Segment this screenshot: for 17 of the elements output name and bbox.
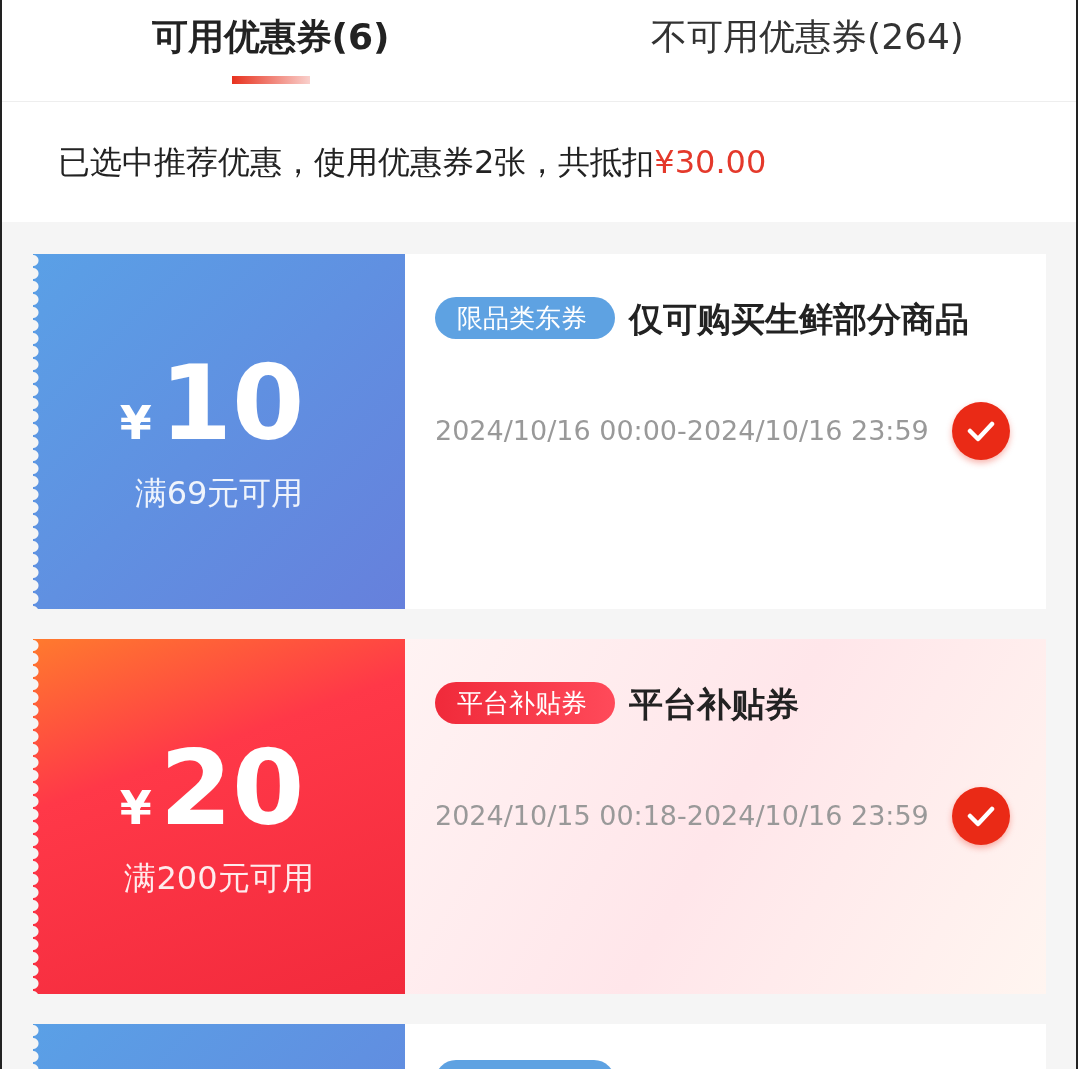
validity-period: 2024/10/16 00:00-2024/10/16 23:59 xyxy=(435,413,929,448)
coupon-title: 平台补贴券 xyxy=(629,684,799,724)
usage-condition: 满200元可用 xyxy=(124,857,314,899)
usage-condition: 满69元可用 xyxy=(134,472,304,514)
currency-symbol: ¥ xyxy=(119,395,152,453)
discount-summary: 已选中推荐优惠，使用优惠券2张，共抵扣¥30.00 xyxy=(58,142,767,183)
coupon-tag: 限品类东券 xyxy=(435,297,615,339)
coupon-tag: 平台补贴券 xyxy=(435,682,615,724)
coupon-title: 仅可购买生鲜部分商品 xyxy=(629,299,969,339)
check-icon[interactable] xyxy=(952,787,1010,845)
currency-symbol: ¥ xyxy=(119,780,152,838)
coupon-amount: 10 xyxy=(159,346,305,461)
coupon-amount: 20 xyxy=(159,731,305,846)
validity-period: 2024/10/15 00:18-2024/10/16 23:59 xyxy=(435,798,929,833)
tab[interactable]: 可用优惠券(6) xyxy=(2,0,539,101)
check-icon[interactable] xyxy=(952,402,1010,460)
tab[interactable]: 不可用优惠券(264) xyxy=(539,0,1076,101)
